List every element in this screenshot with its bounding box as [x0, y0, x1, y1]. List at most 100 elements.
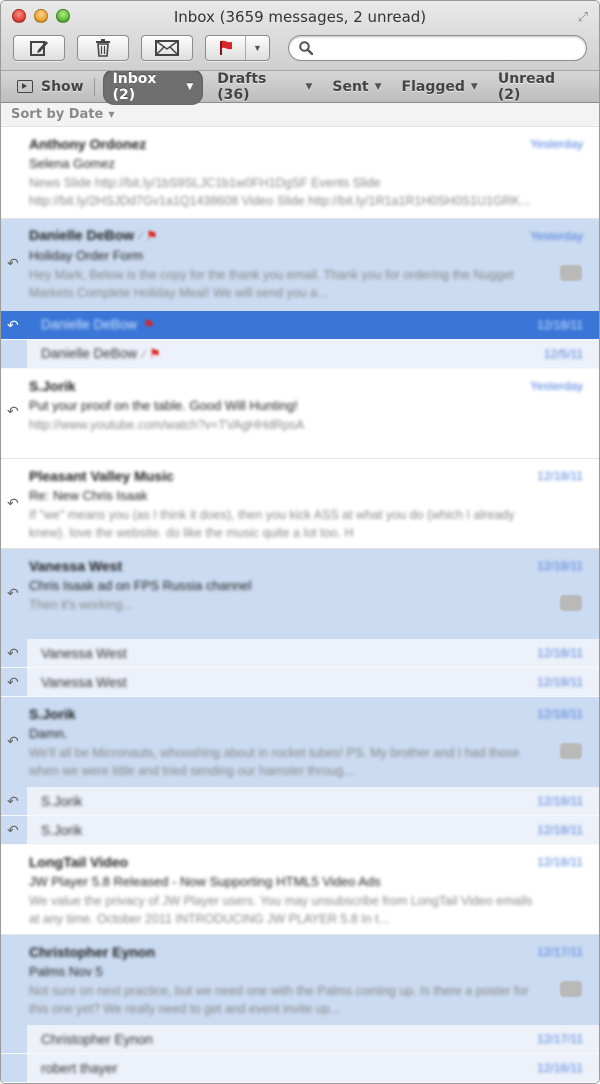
mail-window: Inbox (3659 messages, 2 unread) ⤢ ▼ Show… [0, 0, 600, 1084]
flag-menu-chevron-icon[interactable]: ▼ [246, 43, 269, 53]
replied-icon: ↶ [7, 733, 19, 749]
favorite-sent[interactable]: Sent ▼ [332, 79, 381, 95]
message-preview: http://www.youtube.com/watch?v=TVAgHHdRp… [29, 418, 305, 432]
message-sender: Pleasant Valley Music [29, 468, 174, 484]
toolbar: ▼ [13, 34, 587, 62]
thread-sender: Danielle DeBow [41, 317, 138, 332]
thread-strip [1, 340, 27, 368]
message-row[interactable]: ↶ S.Jorik Yesterday Put your proof on the… [1, 369, 599, 459]
favorite-label: Unread (2) [497, 70, 556, 103]
favorite-label: Inbox (2) [112, 70, 157, 103]
replied-icon: ↶ [7, 792, 19, 809]
flag-button[interactable]: ▼ [205, 35, 270, 61]
message-row[interactable]: ↶ S.Jorik 12/18/11 Damn. We'll all be Mic… [1, 697, 599, 787]
thread-date: 12/18/11 [537, 794, 583, 808]
show-mailboxes-button[interactable]: Show [17, 79, 84, 95]
message-row[interactable]: Christopher Eynon 12/17/11 Palms Nov 5 No… [1, 935, 599, 1025]
message-subject: Re: New Chris Isaak [29, 488, 148, 503]
thread-date: 12/18/11 [537, 318, 583, 332]
message-date: 12/18/11 [537, 469, 583, 483]
envelope-icon [155, 40, 179, 56]
thread-date: 12/5/11 [543, 347, 583, 361]
thread-row[interactable]: robert thayer 12/16/11 [1, 1054, 599, 1083]
thread-date: 12/18/11 [537, 646, 583, 660]
delete-button[interactable] [77, 35, 129, 61]
thread-row[interactable]: ↶ S.Jorik 12/18/11 [1, 787, 599, 816]
flag-icon: ⚑ [143, 317, 155, 332]
message-subject: Palms Nov 5 [29, 964, 103, 979]
thread-count-badge [560, 265, 582, 281]
message-preview: Not sure on next practice, but we need o… [29, 984, 529, 1016]
chevron-down-icon: ▼ [108, 110, 115, 119]
thread-row[interactable]: Danielle DeBow ∕ ⚑ 12/5/11 [1, 340, 599, 369]
thread-row[interactable]: ↶ Vanessa West 12/18/11 [1, 639, 599, 668]
favorite-drafts[interactable]: Drafts (36) ▼ [217, 71, 312, 103]
message-sender: S.Jorik [29, 706, 76, 722]
thread-date: 12/18/11 [537, 823, 583, 837]
message-preview: News Slide http://bit.ly/1bS9SLJC1b1w0FH… [29, 176, 531, 208]
thread-sender: Christopher Eynon [41, 1031, 153, 1047]
message-row[interactable]: ↶ Danielle DeBow ∕ ⚑ Yesterday Holiday Orde… [1, 219, 599, 311]
thread-strip [1, 1025, 27, 1053]
chevron-down-icon: ▼ [470, 81, 478, 92]
message-subject: Selena Gomez [29, 156, 115, 171]
fullscreen-icon[interactable]: ⤢ [575, 9, 591, 25]
favorite-label: Drafts (36) [217, 70, 267, 103]
sort-menu[interactable]: Sort by Date ▼ [1, 103, 599, 127]
search-input[interactable] [319, 40, 586, 56]
chevron-down-icon: ▼ [374, 81, 382, 92]
title-bar: Inbox (3659 messages, 2 unread) ⤢ ▼ [1, 1, 599, 71]
search-field[interactable] [288, 35, 587, 61]
message-preview: We'll all be Micronauts, whooshing about… [29, 746, 520, 778]
replied-icon: ↶ [7, 644, 19, 661]
thread-date: 12/16/11 [537, 1061, 583, 1075]
message-subject: JW Player 5.8 Released - Now Supporting … [29, 874, 381, 889]
flag-icon: ⚑ [146, 228, 158, 243]
favorite-unread[interactable]: Unread (2) [498, 71, 579, 103]
get-mail-button[interactable] [141, 35, 193, 61]
message-date: 12/18/11 [537, 707, 583, 721]
compose-button[interactable] [13, 35, 65, 61]
message-date: Yesterday [530, 137, 583, 151]
thread-count-badge [560, 981, 582, 997]
message-preview: Hey Mark, Below is the copy for the than… [29, 268, 514, 300]
message-date: Yesterday [530, 229, 583, 243]
message-sender: Christopher Eynon [29, 944, 156, 960]
replied-icon: ↶ [7, 673, 19, 690]
chevron-down-icon: ▼ [305, 81, 313, 92]
thread-sender: Danielle DeBow [41, 346, 138, 361]
message-subject: Put your proof on the table. Good Will H… [29, 398, 298, 413]
flag-icon [219, 40, 232, 55]
window-title: Inbox (3659 messages, 2 unread) [173, 8, 427, 26]
sort-label: Sort by Date [11, 107, 104, 122]
thread-row[interactable]: ↶ Vanessa West 12/18/11 [1, 668, 599, 697]
show-label: Show [41, 78, 84, 95]
message-sender: S.Jorik [29, 378, 76, 394]
thread-count-badge [560, 595, 582, 611]
message-row[interactable]: ↶ Vanessa West 12/18/11 Chris Isaak ad on… [1, 549, 599, 639]
message-date: Yesterday [530, 379, 583, 393]
sidebar-toggle-icon [17, 80, 33, 93]
flag-main[interactable] [206, 36, 246, 60]
thread-sender: S.Jorik [41, 822, 83, 838]
message-row[interactable]: Anthony Ordonez Yesterday Selena Gomez Ne… [1, 127, 599, 219]
replied-icon: ↶ [7, 403, 19, 419]
thread-sender: S.Jorik [41, 793, 83, 809]
search-icon [299, 41, 313, 55]
replied-icon: ↶ [7, 495, 19, 511]
thread-date: 12/17/11 [537, 1032, 583, 1046]
thread-strip [1, 1054, 27, 1082]
thread-row[interactable]: ↶ Danielle DeBow ⚑ 12/18/11 [1, 311, 599, 340]
thread-row[interactable]: Christopher Eynon 12/17/11 [1, 1025, 599, 1054]
message-date: 12/18/11 [537, 559, 583, 573]
thread-row[interactable]: ↶ S.Jorik 12/18/11 [1, 816, 599, 845]
message-sender: Danielle DeBow [29, 227, 135, 243]
trash-icon [96, 39, 110, 57]
message-row[interactable]: LongTail Video 12/18/11 JW Player 5.8 Rel… [1, 845, 599, 935]
favorites-bar: Show Inbox (2) ▼ Drafts (36) ▼ Sent ▼ Fl… [1, 68, 599, 105]
favorite-inbox[interactable]: Inbox (2) ▼ [102, 68, 204, 105]
attachment-icon: ∕ [143, 347, 146, 361]
thread-sender: Vanessa West [41, 645, 127, 661]
message-row[interactable]: ↶ Pleasant Valley Music 12/18/11 Re: New … [1, 459, 599, 549]
favorite-flagged[interactable]: Flagged ▼ [402, 79, 478, 95]
